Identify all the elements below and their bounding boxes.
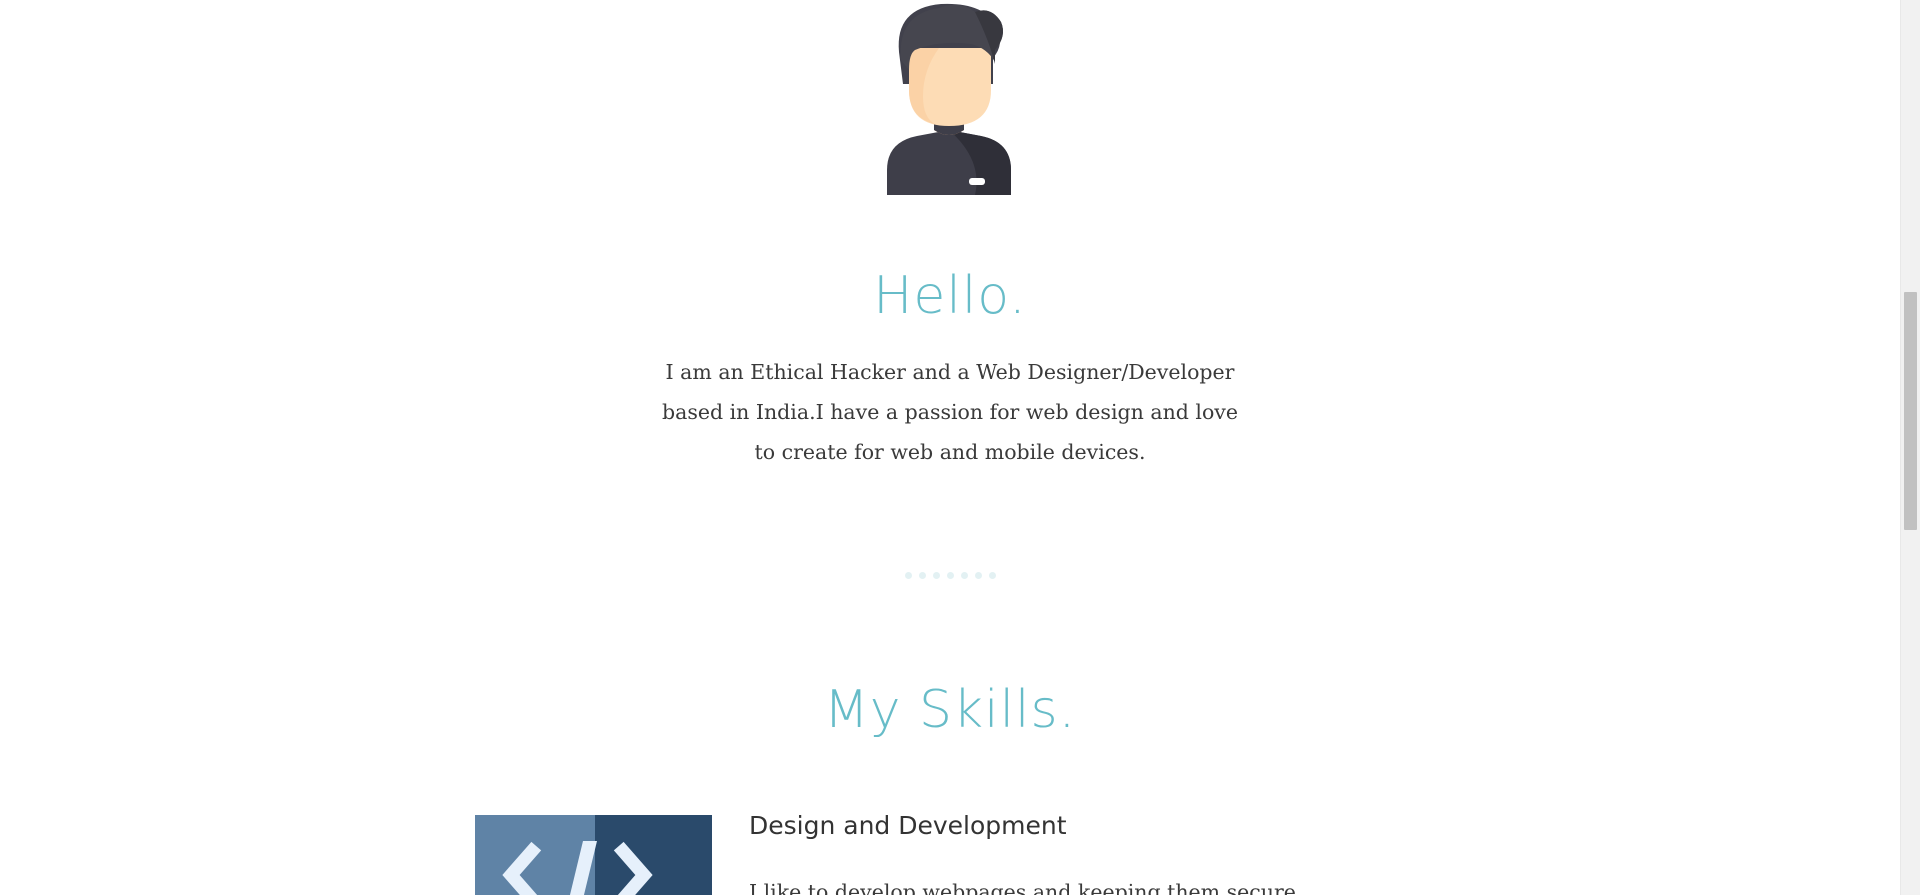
skill-image — [475, 815, 712, 895]
section-divider — [900, 572, 1000, 580]
scrollbar-thumb[interactable] — [1904, 292, 1917, 530]
about-text: I am an Ethical Hacker and a Web Designe… — [661, 360, 1239, 464]
skill-heading: Design and Development — [749, 811, 1067, 840]
divider-dot — [946, 572, 954, 579]
divider-dot — [974, 572, 982, 579]
divider-dot — [918, 572, 926, 579]
skill-description: I like to develop webpages and keeping t… — [749, 880, 1303, 895]
divider-dot — [988, 572, 996, 579]
divider-dot — [904, 572, 912, 579]
divider-dot — [932, 572, 940, 579]
page-scrollbar[interactable] — [1900, 0, 1920, 895]
skills-title: My Skills. — [823, 680, 1077, 740]
about-title: Hello. — [873, 266, 1027, 326]
code-icon — [475, 815, 712, 895]
page: Hello. I am an Ethical Hacker and a Web … — [0, 0, 1900, 895]
developer-avatar-icon — [887, 3, 1011, 195]
divider-dot — [960, 572, 968, 579]
